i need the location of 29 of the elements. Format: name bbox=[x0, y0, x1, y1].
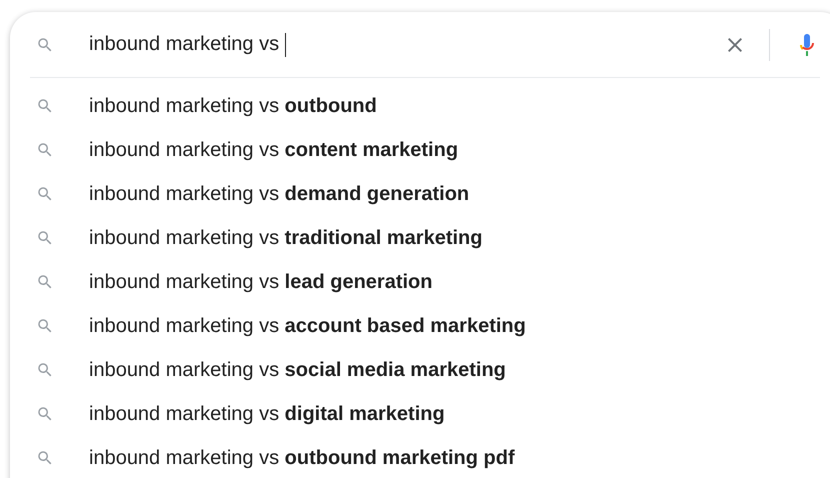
search-icon bbox=[36, 361, 54, 379]
search-icon bbox=[36, 229, 54, 247]
suggestion-text: inbound marketing vs content marketing bbox=[89, 138, 458, 162]
search-icon bbox=[36, 36, 54, 54]
suggestion-item[interactable]: inbound marketing vs outbound bbox=[10, 84, 830, 128]
suggestion-text: inbound marketing vs outbound bbox=[89, 94, 377, 118]
suggestion-item[interactable]: inbound marketing vs digital marketing bbox=[10, 392, 830, 436]
suggestion-item[interactable]: inbound marketing vs social media marketing bbox=[10, 348, 830, 392]
suggestion-item[interactable]: inbound marketing vs demand generation bbox=[10, 172, 830, 216]
suggestion-text: inbound marketing vs digital marketing bbox=[89, 402, 445, 426]
suggestion-text: inbound marketing vs account based marketing bbox=[89, 314, 526, 338]
suggestion-text: inbound marketing vs outbound marketing pdf bbox=[89, 446, 515, 470]
search-icon bbox=[36, 317, 54, 335]
search-icon bbox=[36, 141, 54, 159]
suggestion-item[interactable]: inbound marketing vs account based marketing bbox=[10, 304, 830, 348]
suggestion-item[interactable]: inbound marketing vs outbound marketing pdf bbox=[10, 436, 830, 478]
suggestion-text: inbound marketing vs demand generation bbox=[89, 182, 470, 206]
suggestion-text: inbound marketing vs traditional marketing bbox=[89, 226, 482, 250]
search-input[interactable]: inbound marketing vs bbox=[89, 30, 723, 60]
suggestion-item[interactable]: inbound marketing vs lead generation bbox=[10, 260, 830, 304]
search-icon bbox=[36, 449, 54, 467]
suggestion-text: inbound marketing vs social media marketing bbox=[89, 358, 506, 382]
suggestion-item[interactable]: inbound marketing vs content marketing bbox=[10, 128, 830, 172]
search-icon bbox=[36, 405, 54, 423]
suggestion-item[interactable]: inbound marketing vs traditional marketing bbox=[10, 216, 830, 260]
suggestion-text: inbound marketing vs lead generation bbox=[89, 270, 432, 294]
search-icon bbox=[36, 185, 54, 203]
search-icon bbox=[36, 273, 54, 291]
search-icon bbox=[36, 97, 54, 115]
